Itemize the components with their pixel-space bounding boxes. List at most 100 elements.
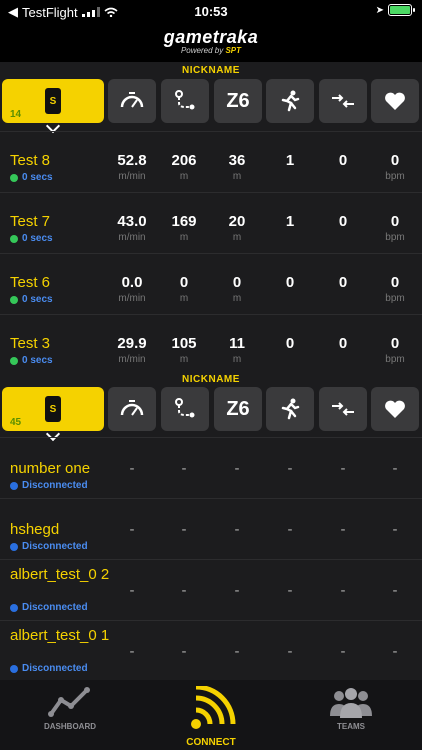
heart-icon [385, 92, 405, 110]
metric-cell-accel: - [317, 643, 369, 660]
tab-device[interactable]: S 45 [2, 387, 104, 442]
running-icon [281, 90, 300, 112]
metric-unit: m/min [118, 354, 146, 365]
metric-value: 0 [390, 274, 400, 291]
tab-z6[interactable]: Z6 [214, 387, 262, 431]
metric-unit: m [232, 354, 242, 365]
metric-value: - [287, 582, 293, 599]
metric-value: 43.0 [117, 213, 147, 230]
tab-speed[interactable] [108, 79, 156, 123]
heart-icon [385, 400, 405, 418]
metric-cell-distance: - [158, 521, 210, 538]
tab-heart-rate[interactable] [371, 79, 419, 123]
metric-cell-z6: - [211, 582, 263, 599]
metric-cell-accel: 0 [317, 213, 369, 230]
tab-accelerations[interactable] [319, 387, 367, 431]
tab-distance[interactable] [161, 79, 209, 123]
metric-cell-accel: - [317, 521, 369, 538]
route-icon [175, 90, 195, 110]
metric-cell-sprints: 1 [264, 152, 316, 169]
metric-value: 0 [390, 335, 400, 352]
z6-label: Z6 [226, 397, 250, 420]
metric-value: 52.8 [117, 152, 147, 169]
metric-unit: m [179, 293, 189, 304]
metric-cell-sprints: - [264, 521, 316, 538]
metric-cell-speed: - [106, 582, 158, 599]
player-status-text: 0 secs [22, 233, 53, 244]
player-row-live[interactable]: Test 7 0 secs 43.0 m/min 169 m 20 m 1 0 0 bp… [0, 192, 422, 250]
tab-connect[interactable]: CONNECT [161, 684, 261, 748]
metric-cell-hr: - [369, 643, 421, 660]
device-count: 45 [10, 417, 22, 428]
tab-device[interactable]: S 14 [2, 79, 104, 134]
metric-unit: m [179, 171, 189, 182]
metric-value: 29.9 [117, 335, 147, 352]
metric-cell-accel: - [317, 460, 369, 477]
metric-value: 0 [338, 335, 348, 352]
metric-value: - [287, 521, 293, 538]
tab-sprints[interactable] [266, 387, 314, 431]
metric-cell-distance: - [158, 643, 210, 660]
metric-cell-distance: 105 m [158, 335, 210, 365]
player-status-text: Disconnected [22, 602, 88, 613]
metric-unit: m [179, 232, 189, 243]
player-row-live[interactable]: Test 3 0 secs 29.9 m/min 105 m 11 m 0 0 0 bp… [0, 314, 422, 372]
z6-label: Z6 [226, 89, 250, 112]
metric-cell-distance: 169 m [158, 213, 210, 243]
metric-value: - [234, 521, 240, 538]
metric-cell-z6: 20 m [211, 213, 263, 243]
device-count: 14 [10, 109, 22, 120]
player-status-text: Disconnected [22, 663, 88, 674]
metric-value: - [129, 643, 135, 660]
tab-z6[interactable]: Z6 [214, 79, 262, 123]
spt-text: SPT [225, 46, 242, 55]
player-row-offline[interactable]: albert_test_0 1 Disconnected - - - - - - [0, 620, 422, 678]
player-name: albert_test_0 2 [10, 566, 110, 583]
metric-cell-distance: - [158, 460, 210, 477]
gametraka-logo: gametraka Powered by SPT [0, 27, 422, 55]
tab-heart-rate[interactable] [371, 387, 419, 431]
tab-accelerations[interactable] [319, 79, 367, 123]
player-name: number one [10, 460, 91, 477]
metric-value: 0 [390, 213, 400, 230]
tab-teams[interactable]: TEAMS [301, 686, 401, 731]
metric-value: - [234, 460, 240, 477]
player-row-offline[interactable]: hshegd Disconnected - - - - - - [0, 498, 422, 556]
section-title-live[interactable]: NICKNAME [0, 65, 422, 76]
dashboard-chart-icon [48, 687, 90, 717]
player-status: Disconnected [10, 480, 88, 491]
metric-value: - [340, 460, 346, 477]
metric-unit: m [232, 171, 242, 182]
player-name: Test 3 [10, 335, 51, 352]
player-row-offline[interactable]: number one Disconnected - - - - - - [0, 437, 422, 495]
metric-unit: bpm [385, 293, 405, 304]
section-title-offline[interactable]: NICKNAME [0, 374, 422, 385]
player-status: 0 secs [10, 294, 53, 305]
tab-sprints[interactable] [266, 79, 314, 123]
tab-connect-label: CONNECT [186, 737, 236, 748]
tab-distance[interactable] [161, 387, 209, 431]
status-right: ➤ [376, 4, 415, 16]
logo-brand: gametraka [163, 27, 259, 47]
metric-cell-hr: 0 bpm [369, 335, 421, 365]
player-status-text: 0 secs [22, 355, 53, 366]
player-row-live[interactable]: Test 6 0 secs 0.0 m/min 0m 0m 0 0 0 bpm [0, 253, 422, 311]
powered-by-text: Powered by [180, 46, 224, 55]
tab-dashboard[interactable]: DASHBOARD [20, 686, 120, 731]
tab-teams-label: TEAMS [337, 722, 365, 731]
metric-value: 206 [171, 152, 197, 169]
metric-value: 0.0 [121, 274, 143, 291]
metric-cell-distance: 0m [158, 274, 210, 304]
disconnected-dot-icon [10, 664, 18, 673]
player-status: Disconnected [10, 602, 88, 613]
player-row-live[interactable]: Test 8 0 secs 52.8 m/min 206 m 36 m 1 0 0 bp… [0, 131, 422, 189]
metric-cell-speed: 0.0 m/min [106, 274, 158, 304]
metric-value: 0 [338, 213, 348, 230]
accel-decel-icon [332, 402, 354, 416]
metric-value: - [181, 460, 187, 477]
metric-value: 0 [179, 274, 189, 291]
metric-value: 1 [285, 213, 295, 230]
tab-speed[interactable] [108, 387, 156, 431]
metric-cell-speed: - [106, 521, 158, 538]
player-row-offline[interactable]: albert_test_0 2 Disconnected - - - - - - [0, 559, 422, 617]
